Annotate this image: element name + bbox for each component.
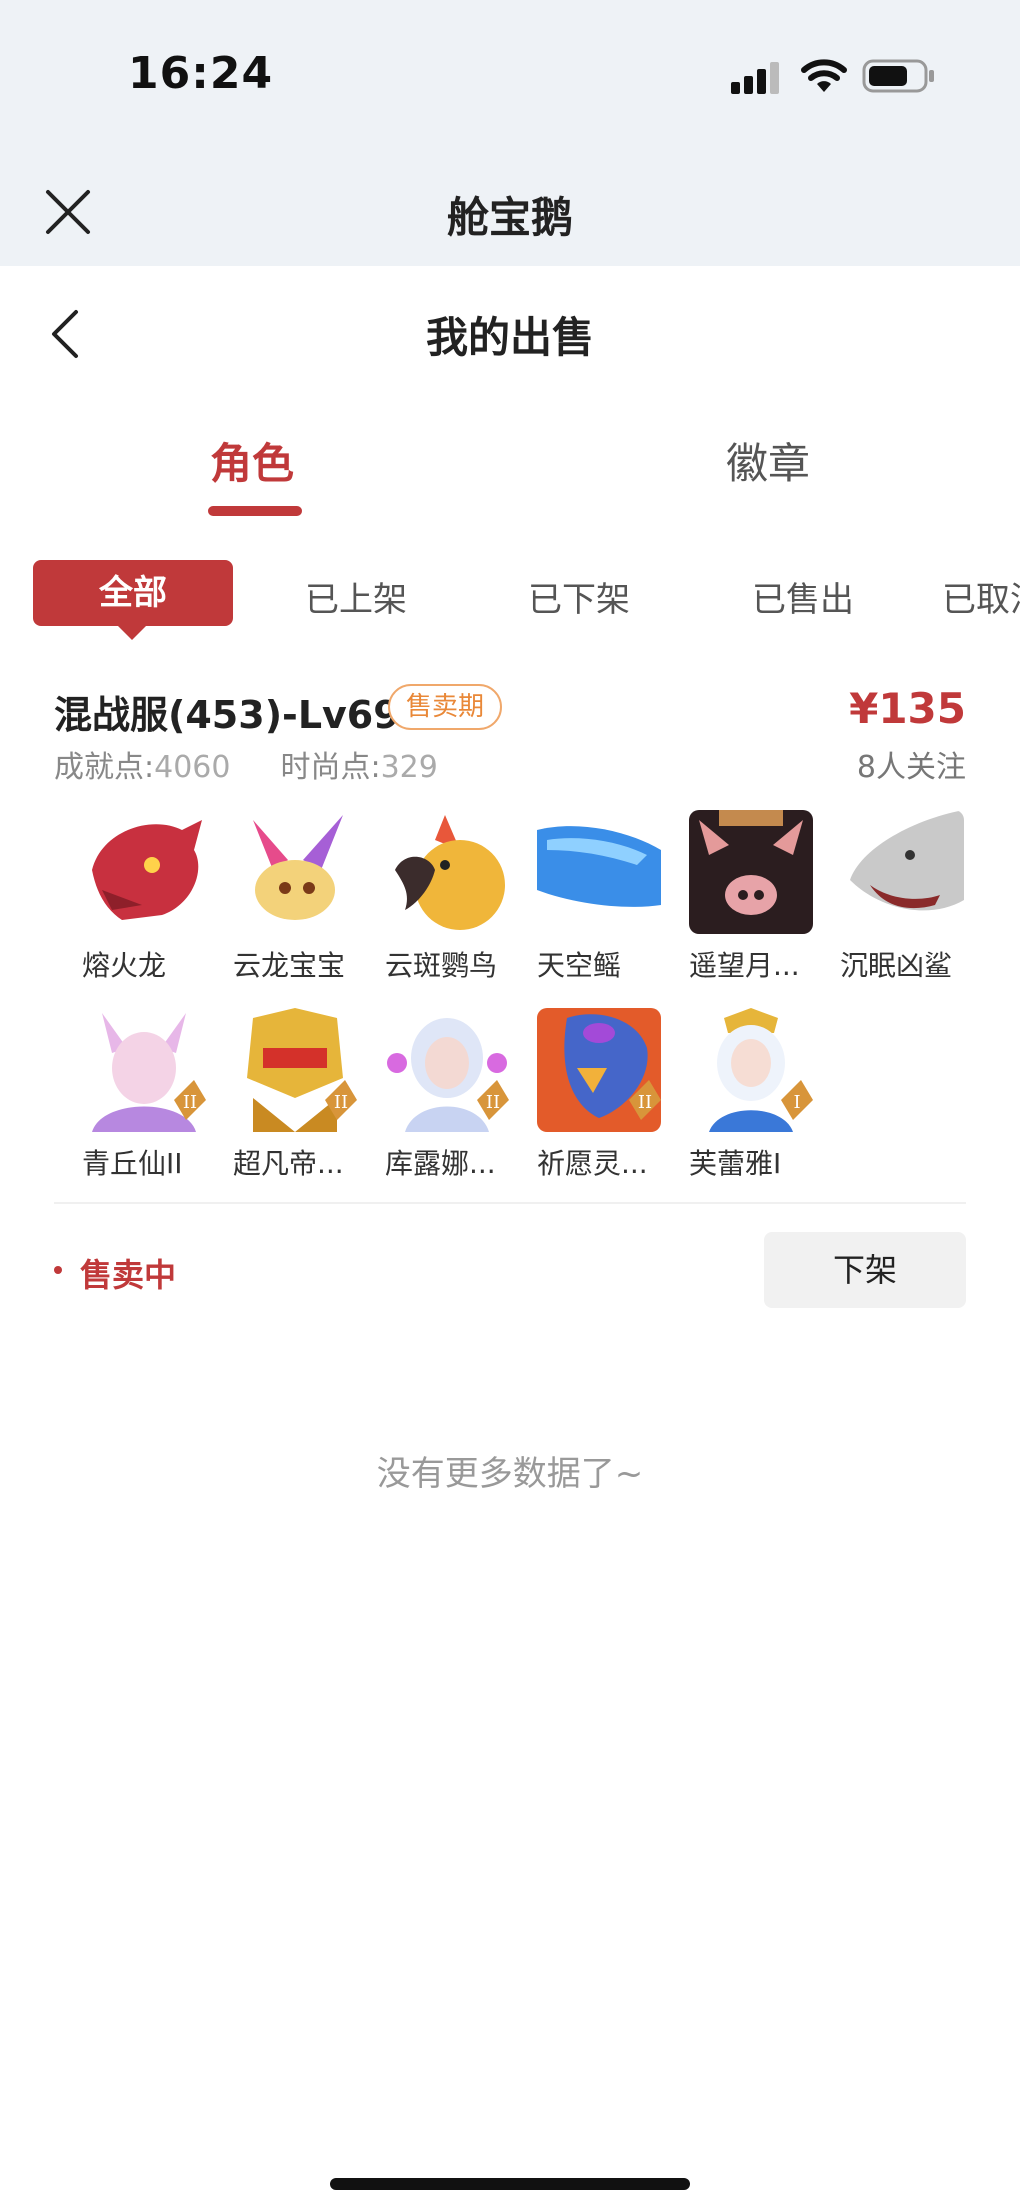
pet-item[interactable]: 天空鳐	[537, 810, 667, 984]
pet-item[interactable]: II 库露娜...	[385, 1008, 515, 1182]
filter-delisted[interactable]: 已下架	[528, 572, 630, 621]
pet-name: 祈愿灵...	[537, 1147, 648, 1180]
pet-name: 天空鳐	[537, 949, 622, 982]
pet-name: 熔火龙	[82, 949, 167, 982]
tier-label: II	[183, 1092, 197, 1113]
dragon-head-icon	[82, 810, 206, 934]
pet-item[interactable]: 云斑鹦鸟	[385, 810, 515, 984]
pet-item[interactable]: II 超凡帝...	[233, 1008, 363, 1182]
filter-sold[interactable]: 已售出	[752, 572, 854, 621]
filter-cancelled[interactable]: 已取消	[942, 572, 1020, 621]
delist-button[interactable]: 下架	[764, 1232, 966, 1308]
fashion-label: 时尚点:	[280, 750, 381, 785]
parrot-icon	[385, 810, 509, 934]
tab-badge[interactable]: 徽章	[726, 430, 810, 491]
listing-status: 售卖中	[80, 1256, 177, 1294]
tier-label: II	[334, 1092, 348, 1113]
no-more-data: 没有更多数据了~	[376, 1454, 644, 1494]
fashion-value: 329	[380, 750, 438, 785]
battery-icon	[862, 59, 934, 93]
pet-name: 超凡帝...	[233, 1147, 344, 1180]
top-bar: 16:24 舱宝鹅	[0, 0, 1020, 266]
pet-item[interactable]: I 芙蕾雅I	[689, 1008, 819, 1182]
achievement-label: 成就点:	[54, 750, 155, 785]
webview-title: 舱宝鹅	[446, 193, 573, 242]
tab-role[interactable]: 角色	[210, 430, 294, 491]
filter-all[interactable]: 全部	[33, 560, 233, 626]
pet-name: 芙蕾雅I	[689, 1147, 782, 1180]
pet-item[interactable]: 云龙宝宝	[233, 810, 363, 984]
pet-name: 云龙宝宝	[233, 949, 346, 982]
wifi-icon	[801, 59, 847, 92]
moon-maiden-icon: II	[385, 1008, 509, 1132]
pet-item[interactable]: II 青丘仙II	[82, 1008, 212, 1182]
pet-name: 云斑鹦鸟	[385, 949, 498, 982]
cellular-signal-icon	[731, 62, 779, 94]
followers-count: 8人关注	[856, 750, 966, 785]
active-tab-indicator	[208, 506, 302, 516]
griffin-icon: II	[537, 1008, 661, 1132]
status-time: 16:24	[128, 48, 274, 99]
pet-item[interactable]: 遥望月...	[689, 810, 819, 984]
golden-armor-icon: II	[233, 1008, 357, 1132]
sky-ray-icon	[537, 810, 661, 934]
pig-icon	[689, 810, 813, 934]
pet-item[interactable]: II 祈愿灵...	[537, 1008, 667, 1182]
pet-name: 遥望月...	[689, 949, 800, 982]
home-indicator[interactable]	[330, 2178, 690, 2190]
listing-stats: 成就点:4060 时尚点:329	[54, 742, 438, 786]
filter-listed[interactable]: 已上架	[305, 572, 407, 621]
baby-dragon-icon	[233, 810, 357, 934]
pet-name: 库露娜...	[385, 1147, 496, 1180]
listing-title[interactable]: 混战服(453)-Lv69	[54, 684, 400, 739]
tier-label: II	[638, 1092, 652, 1113]
tier-label: II	[486, 1092, 500, 1113]
sale-period-badge: 售卖期	[388, 684, 502, 730]
pet-name: 青丘仙II	[82, 1147, 183, 1180]
card-divider	[54, 1202, 966, 1204]
fox-fairy-icon: II	[82, 1008, 206, 1132]
pet-item[interactable]: 沉眠凶鲨	[840, 810, 970, 984]
pet-name: 沉眠凶鲨	[840, 949, 953, 982]
pet-item[interactable]: 熔火龙	[82, 810, 212, 984]
valkyrie-icon: I	[689, 1008, 813, 1132]
tier-label: I	[793, 1092, 800, 1113]
filter-pointer	[116, 624, 148, 640]
shark-icon	[840, 810, 964, 934]
page-title: 我的出售	[425, 313, 594, 362]
status-dot	[54, 1266, 62, 1274]
achievement-value: 4060	[154, 750, 231, 785]
listing-price: ¥135	[849, 684, 966, 733]
